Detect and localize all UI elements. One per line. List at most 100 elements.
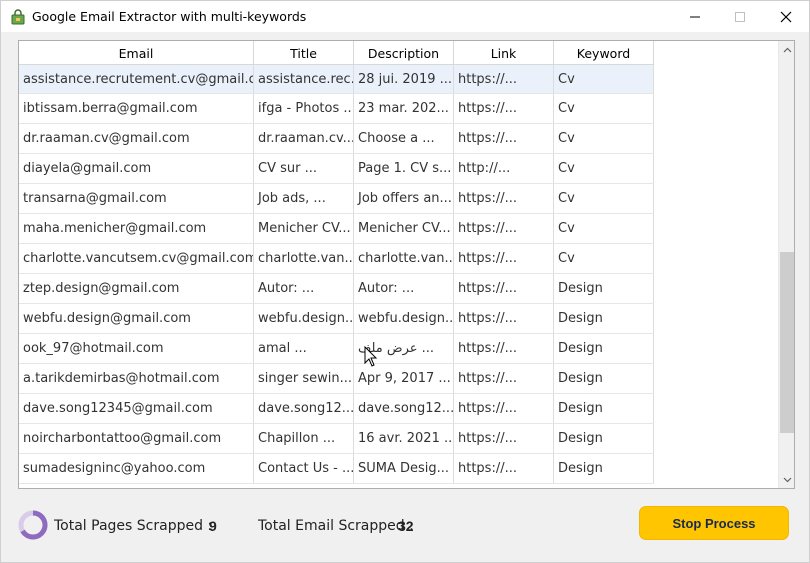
table-row[interactable]: noircharbontattoo@gmail.com Chapillon ...… — [19, 424, 654, 454]
cell-keyword[interactable]: Cv — [554, 244, 654, 273]
column-header-email[interactable]: Email — [19, 41, 254, 65]
cell-title[interactable]: dave.song12... — [254, 394, 354, 423]
cell-email[interactable]: diayela@gmail.com — [19, 154, 254, 183]
cell-email[interactable]: maha.menicher@gmail.com — [19, 214, 254, 243]
cell-email[interactable]: dr.raaman.cv@gmail.com — [19, 124, 254, 153]
table-row[interactable]: assistance.recrutement.cv@gmail.c... assi… — [19, 65, 654, 94]
column-header-link[interactable]: Link — [454, 41, 554, 65]
cell-link[interactable]: https://... — [454, 454, 554, 483]
column-header-title[interactable]: Title — [254, 41, 354, 65]
maximize-button[interactable] — [717, 1, 763, 32]
cell-email[interactable]: ibtissam.berra@gmail.com — [19, 94, 254, 123]
cell-keyword[interactable]: Design — [554, 424, 654, 453]
cell-link[interactable]: https://... — [454, 274, 554, 303]
cell-keyword[interactable]: Design — [554, 334, 654, 363]
cell-keyword[interactable]: Cv — [554, 214, 654, 243]
cell-link[interactable]: https://... — [454, 304, 554, 333]
table-row[interactable]: ibtissam.berra@gmail.com ifga - Photos ..… — [19, 94, 654, 124]
cell-description[interactable]: 28 jui. 2019 ... — [354, 65, 454, 93]
cell-keyword[interactable]: Cv — [554, 124, 654, 153]
cell-description[interactable]: charlotte.van... — [354, 244, 454, 273]
cell-title[interactable]: Chapillon ... — [254, 424, 354, 453]
cell-keyword[interactable]: Design — [554, 454, 654, 483]
cell-link[interactable]: https://... — [454, 334, 554, 363]
stop-process-button[interactable]: Stop Process — [639, 506, 789, 540]
table-row[interactable]: sumadesigninc@yahoo.com Contact Us - ... S… — [19, 454, 654, 484]
cell-title[interactable]: Menicher CV... — [254, 214, 354, 243]
cell-description[interactable]: 16 avr. 2021 ... — [354, 424, 454, 453]
cell-description[interactable]: Choose a ... — [354, 124, 454, 153]
column-header-keyword[interactable]: Keyword — [554, 41, 654, 65]
cell-description[interactable]: 23 mar. 202... — [354, 94, 454, 123]
cell-title[interactable]: amal ... — [254, 334, 354, 363]
cell-description[interactable]: Autor: ... — [354, 274, 454, 303]
scroll-down-button[interactable] — [779, 471, 794, 488]
cell-title[interactable]: Autor: ... — [254, 274, 354, 303]
cell-description[interactable]: dave.song12... — [354, 394, 454, 423]
cell-email[interactable]: transarna@gmail.com — [19, 184, 254, 213]
cell-title[interactable]: charlotte.van... — [254, 244, 354, 273]
table-row[interactable]: ztep.design@gmail.com Autor: ... Autor: ..… — [19, 274, 654, 304]
cell-title[interactable]: Contact Us - ... — [254, 454, 354, 483]
cell-link[interactable]: https://... — [454, 124, 554, 153]
cell-description[interactable]: SUMA Desig... — [354, 454, 454, 483]
table-row[interactable]: webfu.design@gmail.com webfu.design... web… — [19, 304, 654, 334]
cell-email[interactable]: charlotte.vancutsem.cv@gmail.com — [19, 244, 254, 273]
cell-title[interactable]: webfu.design... — [254, 304, 354, 333]
cell-title[interactable]: ifga - Photos ... — [254, 94, 354, 123]
cell-email[interactable]: sumadesigninc@yahoo.com — [19, 454, 254, 483]
cell-email[interactable]: a.tarikdemirbas@hotmail.com — [19, 364, 254, 393]
window-title: Google Email Extractor with multi-keywor… — [32, 9, 307, 24]
cell-title[interactable]: assistance.rec... — [254, 65, 354, 93]
close-button[interactable] — [763, 1, 809, 32]
table-row[interactable]: charlotte.vancutsem.cv@gmail.com charlott… — [19, 244, 654, 274]
cell-title[interactable]: CV sur ... — [254, 154, 354, 183]
cell-email[interactable]: webfu.design@gmail.com — [19, 304, 254, 333]
cell-keyword[interactable]: Design — [554, 364, 654, 393]
cell-keyword[interactable]: Cv — [554, 154, 654, 183]
minimize-icon — [690, 16, 700, 17]
cell-title[interactable]: singer sewin... — [254, 364, 354, 393]
cell-link[interactable]: https://... — [454, 364, 554, 393]
cell-keyword[interactable]: Cv — [554, 184, 654, 213]
scroll-up-button[interactable] — [779, 41, 794, 58]
cell-link[interactable]: https://... — [454, 424, 554, 453]
cell-email[interactable]: assistance.recrutement.cv@gmail.c... — [19, 65, 254, 93]
loading-spinner-icon — [18, 510, 48, 540]
minimize-button[interactable] — [672, 1, 718, 32]
cell-description[interactable]: Menicher CV... — [354, 214, 454, 243]
table-row[interactable]: dave.song12345@gmail.com dave.song12... da… — [19, 394, 654, 424]
table-row[interactable]: diayela@gmail.com CV sur ... Page 1. CV s.… — [19, 154, 654, 184]
column-header-description[interactable]: Description — [354, 41, 454, 65]
cell-keyword[interactable]: Design — [554, 394, 654, 423]
cell-email[interactable]: dave.song12345@gmail.com — [19, 394, 254, 423]
cell-email[interactable]: ook_97@hotmail.com — [19, 334, 254, 363]
table-row[interactable]: a.tarikdemirbas@hotmail.com singer sewin.… — [19, 364, 654, 394]
table-row[interactable]: ook_97@hotmail.com amal ... عرض ملف ... htt… — [19, 334, 654, 364]
cell-description[interactable]: webfu.design... — [354, 304, 454, 333]
cell-keyword[interactable]: Design — [554, 274, 654, 303]
table-row[interactable]: transarna@gmail.com Job ads, ... Job offer… — [19, 184, 654, 214]
cell-keyword[interactable]: Cv — [554, 65, 654, 93]
cell-link[interactable]: http://... — [454, 154, 554, 183]
cell-title[interactable]: Job ads, ... — [254, 184, 354, 213]
cell-description[interactable]: Page 1. CV s... — [354, 154, 454, 183]
cell-link[interactable]: https://... — [454, 214, 554, 243]
cell-email[interactable]: noircharbontattoo@gmail.com — [19, 424, 254, 453]
cell-description[interactable]: Apr 9, 2017 ... — [354, 364, 454, 393]
cell-link[interactable]: https://... — [454, 184, 554, 213]
cell-title[interactable]: dr.raaman.cv... — [254, 124, 354, 153]
cell-link[interactable]: https://... — [454, 65, 554, 93]
cell-link[interactable]: https://... — [454, 394, 554, 423]
cell-link[interactable]: https://... — [454, 244, 554, 273]
vertical-scrollbar[interactable] — [778, 41, 794, 488]
cell-email[interactable]: ztep.design@gmail.com — [19, 274, 254, 303]
cell-link[interactable]: https://... — [454, 94, 554, 123]
cell-keyword[interactable]: Design — [554, 304, 654, 333]
cell-description[interactable]: Job offers an... — [354, 184, 454, 213]
scrollbar-thumb[interactable] — [780, 252, 794, 433]
table-row[interactable]: dr.raaman.cv@gmail.com dr.raaman.cv... Cho… — [19, 124, 654, 154]
cell-keyword[interactable]: Cv — [554, 94, 654, 123]
table-row[interactable]: maha.menicher@gmail.com Menicher CV... Men… — [19, 214, 654, 244]
results-grid[interactable]: Email Title Description Link Keyword ass… — [18, 40, 795, 489]
